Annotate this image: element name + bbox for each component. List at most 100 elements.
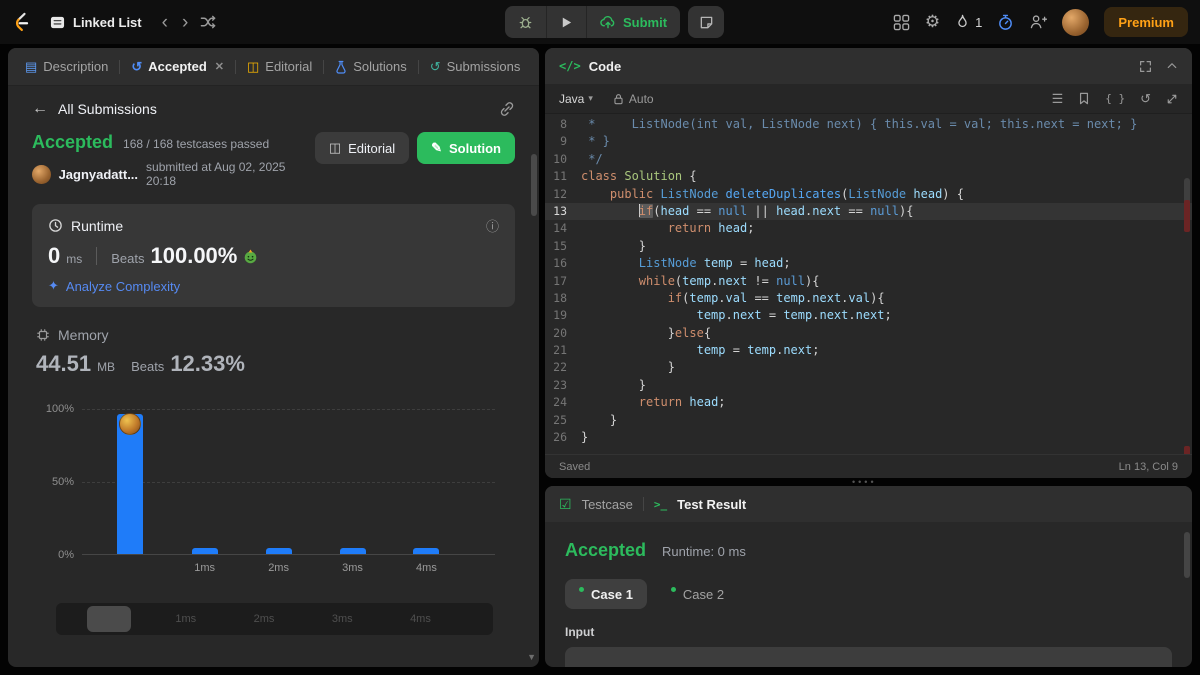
leetcode-logo-icon[interactable] bbox=[10, 11, 32, 33]
line-number: 24 bbox=[553, 395, 567, 410]
code-line[interactable]: 14 return head; bbox=[545, 220, 1192, 237]
copy-link-icon[interactable] bbox=[499, 101, 515, 117]
run-group: Submit bbox=[505, 6, 681, 38]
line-number: 12 bbox=[553, 186, 567, 201]
left-scrollbar-thumb[interactable] bbox=[531, 154, 537, 216]
timer-icon[interactable] bbox=[997, 14, 1014, 31]
solution-button[interactable]: ✎ Solution bbox=[417, 132, 515, 164]
test-panel: ☑ Testcase >_ Test Result Accepted Runti… bbox=[545, 486, 1192, 667]
code-line[interactable]: 8 * ListNode(int val, ListNode next) { t… bbox=[545, 116, 1192, 133]
tab-description[interactable]: ▤ Description bbox=[18, 55, 115, 78]
code-line[interactable]: 9 * } bbox=[545, 133, 1192, 150]
code-line[interactable]: 17 while(temp.next != null){ bbox=[545, 273, 1192, 290]
editor-statusbar: Saved Ln 13, Col 9 bbox=[545, 454, 1192, 478]
code-line[interactable]: 22 } bbox=[545, 359, 1192, 376]
chart-bar[interactable] bbox=[191, 548, 218, 554]
tab-editorial[interactable]: ◫ Editorial bbox=[240, 55, 319, 78]
memory-section[interactable]: Memory 44.51 MB Beats 12.33% bbox=[32, 327, 515, 377]
next-question-button[interactable]: › bbox=[180, 13, 190, 32]
code-line[interactable]: 23 } bbox=[545, 377, 1192, 394]
braces-icon[interactable]: { } bbox=[1105, 92, 1125, 105]
line-number: 11 bbox=[553, 169, 567, 184]
shuffle-icon[interactable] bbox=[200, 14, 216, 30]
tab-testcase[interactable]: Testcase bbox=[582, 497, 633, 512]
range-slider[interactable]: 1ms 2ms 3ms 4ms bbox=[56, 603, 493, 635]
chart-bar[interactable] bbox=[117, 413, 144, 554]
all-submissions-link[interactable]: ← All Submissions bbox=[32, 100, 157, 118]
celebration-emoji bbox=[245, 248, 257, 263]
user-marker-avatar bbox=[119, 412, 142, 435]
code-line[interactable]: 10 */ bbox=[545, 151, 1192, 168]
streak-count: 1 bbox=[975, 14, 983, 30]
line-number: 26 bbox=[553, 430, 567, 445]
panel-drag-handle[interactable]: •••• bbox=[852, 477, 877, 487]
code-line[interactable]: 16 ListNode temp = head; bbox=[545, 255, 1192, 272]
code-line[interactable]: 20 }else{ bbox=[545, 325, 1192, 342]
tab-submissions[interactable]: ↺ Submissions bbox=[423, 55, 528, 78]
submission-username[interactable]: Jagnyadatt... bbox=[59, 167, 138, 182]
problem-list-button[interactable]: Linked List bbox=[42, 10, 150, 35]
code-line[interactable]: 24 return head; bbox=[545, 394, 1192, 411]
tab-test-result[interactable]: Test Result bbox=[677, 497, 746, 512]
chart-bar[interactable] bbox=[339, 548, 366, 554]
cursor-position[interactable]: Ln 13, Col 9 bbox=[1119, 461, 1178, 473]
expand-editor-icon[interactable] bbox=[1166, 93, 1178, 105]
add-user-icon[interactable] bbox=[1029, 14, 1048, 30]
notes-button[interactable] bbox=[688, 6, 725, 38]
topbar: Linked List ‹ › Submit ⚙ 1 Premium bbox=[0, 0, 1200, 44]
close-tab-icon[interactable]: ✕ bbox=[215, 60, 224, 73]
code-line[interactable]: 11 class Solution { bbox=[545, 168, 1192, 185]
code-line[interactable]: 26} bbox=[545, 429, 1192, 446]
test-scrollbar-thumb[interactable] bbox=[1184, 532, 1190, 578]
topbar-right: ⚙ 1 Premium bbox=[893, 0, 1188, 44]
topbar-left: Linked List ‹ › bbox=[10, 0, 216, 44]
info-icon[interactable]: ⓘ bbox=[486, 216, 499, 235]
maximize-icon[interactable] bbox=[1139, 60, 1152, 73]
code-line[interactable]: 12 public ListNode deleteDuplicates(List… bbox=[545, 186, 1192, 203]
format-code-icon[interactable]: ☰ bbox=[1052, 91, 1064, 107]
collapse-panel-icon[interactable] bbox=[1166, 60, 1178, 72]
code-line[interactable]: 15 } bbox=[545, 238, 1192, 255]
streak-flame-icon bbox=[958, 14, 967, 28]
bookmark-icon[interactable] bbox=[1078, 92, 1090, 105]
code-line[interactable]: 25 } bbox=[545, 412, 1192, 429]
code-line[interactable]: 13 if(head == null || head.next == null)… bbox=[545, 202, 1192, 221]
daily-streak-button[interactable]: 1 bbox=[955, 14, 982, 30]
premium-button[interactable]: Premium bbox=[1104, 7, 1188, 37]
cloud-upload-icon bbox=[600, 16, 615, 29]
submit-button[interactable]: Submit bbox=[586, 6, 680, 38]
case-2-chip[interactable]: Case 2 bbox=[657, 579, 738, 609]
analyze-complexity-link[interactable]: ✦ Analyze Complexity bbox=[48, 278, 499, 294]
submission-detail: ← All Submissions Accepted 168 / 168 tes… bbox=[8, 86, 539, 667]
beats-label: Beats bbox=[111, 251, 145, 266]
autocomplete-toggle[interactable]: Auto bbox=[613, 92, 654, 106]
code-line[interactable]: 21 temp = temp.next; bbox=[545, 342, 1192, 359]
debugger-button[interactable] bbox=[505, 6, 546, 38]
reset-code-icon[interactable]: ↺ bbox=[1140, 91, 1151, 107]
code-line[interactable]: 19 temp.next = temp.next.next; bbox=[545, 307, 1192, 324]
tab-accepted[interactable]: ↺ Accepted ✕ bbox=[124, 55, 231, 78]
user-avatar[interactable] bbox=[1062, 8, 1090, 36]
editorial-button[interactable]: ◫ Editorial bbox=[314, 132, 410, 164]
language-selector[interactable]: Java ▾ bbox=[559, 92, 593, 106]
runtime-card[interactable]: Runtime ⓘ 0 ms Beats 100.00% ✦ Analyze C… bbox=[32, 204, 515, 307]
chart-bar[interactable] bbox=[413, 548, 440, 554]
case-1-chip[interactable]: Case 1 bbox=[565, 579, 647, 609]
code-line[interactable]: 18 if(temp.val == temp.next.val){ bbox=[545, 290, 1192, 307]
tab-separator bbox=[234, 59, 236, 74]
chart-bar[interactable] bbox=[265, 548, 292, 554]
runtime-chart-plot: 100% 50% 0% 1ms 2ms 3ms 4ms bbox=[46, 403, 495, 574]
runtime-distribution-chart: 100% 50% 0% 1ms 2ms 3ms 4ms bbox=[44, 403, 505, 579]
case-pass-dot bbox=[670, 586, 676, 592]
input-box[interactable] bbox=[565, 647, 1172, 667]
slider-handle[interactable] bbox=[86, 606, 131, 632]
pencil-icon: ✎ bbox=[431, 140, 442, 155]
run-button[interactable] bbox=[546, 6, 586, 38]
prev-question-button[interactable]: ‹ bbox=[160, 13, 170, 32]
layout-grid-icon[interactable] bbox=[893, 14, 910, 31]
code-editor[interactable]: 8 * ListNode(int val, ListNode next) { t… bbox=[545, 114, 1192, 454]
settings-gear-icon[interactable]: ⚙ bbox=[925, 12, 940, 32]
scroll-down-icon[interactable]: ▼ bbox=[527, 652, 536, 662]
line-number: 25 bbox=[553, 412, 567, 427]
tab-solutions[interactable]: Solutions bbox=[328, 55, 413, 78]
